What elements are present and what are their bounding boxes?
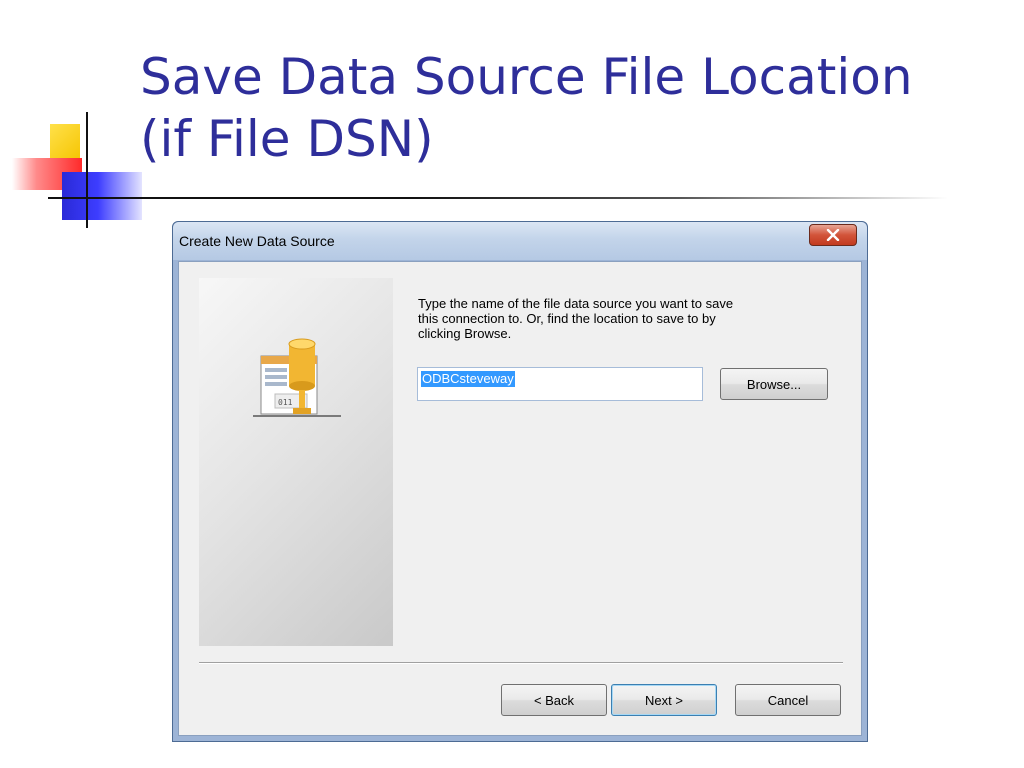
browse-button[interactable]: Browse... bbox=[720, 368, 828, 400]
button-separator bbox=[199, 662, 843, 664]
horizontal-rule bbox=[48, 197, 948, 199]
slide-title: Save Data Source File Location (if File … bbox=[140, 46, 1010, 170]
yellow-square bbox=[50, 124, 80, 162]
slide-title-line-1: Save Data Source File Location bbox=[140, 48, 913, 106]
slide-title-line-2: (if File DSN) bbox=[140, 110, 434, 168]
close-button[interactable] bbox=[809, 224, 857, 246]
next-button[interactable]: Next > bbox=[611, 684, 717, 716]
file-dsn-name-value: ODBCsteveway bbox=[421, 371, 515, 387]
close-x-icon bbox=[826, 229, 840, 241]
instruction-line-1: Type the name of the file data source yo… bbox=[418, 296, 734, 311]
vertical-rule bbox=[86, 112, 88, 228]
cancel-button[interactable]: Cancel bbox=[735, 684, 841, 716]
dialog-titlebar[interactable]: Create New Data Source bbox=[173, 222, 867, 260]
wizard-side-panel: 011 bbox=[199, 278, 393, 646]
file-dsn-name-input[interactable]: ODBCsteveway bbox=[417, 367, 703, 401]
back-button[interactable]: < Back bbox=[501, 684, 607, 716]
instruction-line-3: clicking Browse. bbox=[418, 326, 512, 341]
dialog-title: Create New Data Source bbox=[179, 233, 335, 249]
instruction-text: Type the name of the file data source yo… bbox=[418, 296, 838, 341]
dialog-body: 011 Type the name of the file data sourc… bbox=[178, 261, 862, 736]
instruction-line-2: this connection to. Or, find the locatio… bbox=[418, 311, 716, 326]
svg-text:011: 011 bbox=[278, 398, 293, 407]
slide: Save Data Source File Location (if File … bbox=[0, 0, 1024, 768]
create-data-source-dialog: Create New Data Source 011 Type the name… bbox=[172, 221, 868, 742]
database-file-icon: 011 bbox=[253, 338, 341, 417]
blue-square bbox=[62, 172, 142, 220]
